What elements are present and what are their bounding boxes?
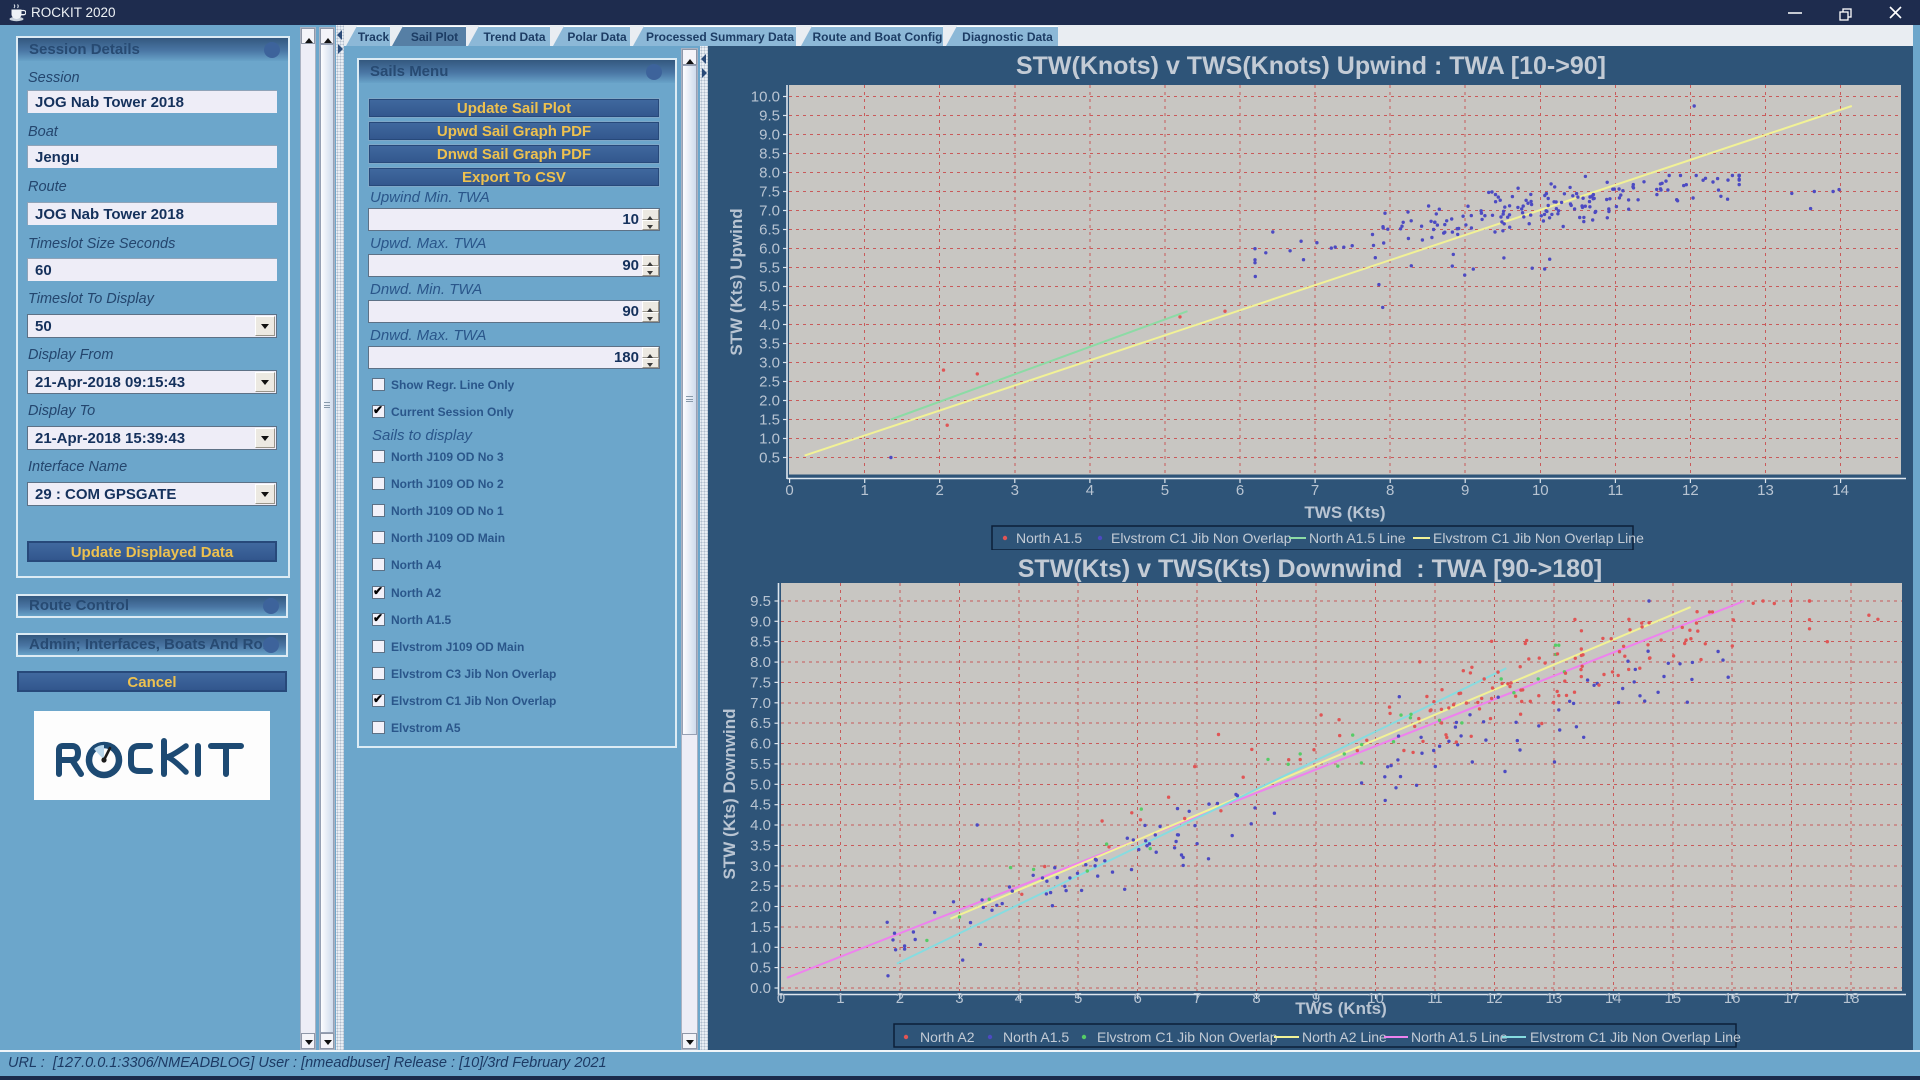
svg-text:0: 0 [777,990,785,1007]
svg-text:9: 9 [1461,482,1469,499]
svg-text:2.0: 2.0 [750,899,771,916]
svg-text:4.0: 4.0 [750,817,771,834]
svg-text:6.5: 6.5 [759,222,780,239]
svg-text:14: 14 [1832,482,1849,499]
svg-text:North A2 Line: North A2 Line [1302,1029,1387,1045]
svg-text:8.0: 8.0 [750,654,771,671]
svg-text:TWS (Knts): TWS (Knts) [1295,999,1387,1018]
svg-text:0.0: 0.0 [750,980,771,997]
svg-text:3.0: 3.0 [759,355,780,372]
svg-text:North A1.5 Line: North A1.5 Line [1411,1029,1508,1045]
svg-text:4.5: 4.5 [750,797,771,814]
svg-text:5.0: 5.0 [759,279,780,296]
svg-text:11: 11 [1608,482,1624,499]
svg-text:North A2: North A2 [920,1029,975,1045]
svg-text:Elvstrom C1 Jib Non Overlap Li: Elvstrom C1 Jib Non Overlap Line [1433,530,1644,546]
svg-text:1.0: 1.0 [750,939,771,956]
svg-text:3.0: 3.0 [750,858,771,875]
svg-text:2: 2 [896,990,904,1007]
svg-text:5.5: 5.5 [750,756,771,773]
svg-text:Elvstrom C1 Jib Non Overlap: Elvstrom C1 Jib Non Overlap [1111,530,1292,546]
svg-text:1.5: 1.5 [759,412,780,429]
svg-text:13: 13 [1546,990,1563,1007]
svg-text:Elvstrom C1 Jib Non Overlap: Elvstrom C1 Jib Non Overlap [1097,1029,1278,1045]
svg-text:4: 4 [1086,482,1094,499]
svg-text:4.5: 4.5 [759,298,780,315]
svg-text:5.5: 5.5 [759,260,780,277]
svg-text:North A1.5: North A1.5 [1016,530,1082,546]
svg-text:North A1.5 Line: North A1.5 Line [1309,530,1406,546]
svg-text:2.5: 2.5 [750,878,771,895]
svg-text:3: 3 [1011,482,1019,499]
svg-text:3: 3 [955,990,963,1007]
svg-text:9.0: 9.0 [759,127,780,144]
svg-text:TWS (Kts): TWS (Kts) [1304,503,1385,522]
svg-text:6: 6 [1134,990,1142,1007]
svg-text:2.0: 2.0 [759,393,780,410]
svg-text:5: 5 [1161,482,1169,499]
svg-text:18: 18 [1843,990,1860,1007]
svg-text:10: 10 [1532,482,1549,499]
svg-text:6: 6 [1236,482,1244,499]
svg-text:Elvstrom C1 Jib Non Overlap Li: Elvstrom C1 Jib Non Overlap Line [1530,1029,1741,1045]
svg-text:STW (Kts) Downwind: STW (Kts) Downwind [720,709,739,880]
svg-text:12: 12 [1486,990,1503,1007]
svg-text:0.5: 0.5 [750,960,771,977]
svg-text:6.5: 6.5 [750,715,771,732]
svg-text:6.0: 6.0 [759,241,780,258]
svg-text:8.0: 8.0 [759,165,780,182]
svg-text:1.5: 1.5 [750,919,771,936]
svg-text:6.0: 6.0 [750,736,771,753]
svg-text:4: 4 [1015,990,1023,1007]
svg-text:8: 8 [1252,990,1260,1007]
svg-text:2: 2 [936,482,944,499]
svg-text:STW (Kts) Upwind: STW (Kts) Upwind [727,208,746,355]
svg-text:8.5: 8.5 [750,634,771,651]
svg-text:10.0: 10.0 [751,89,780,106]
svg-text:7.0: 7.0 [750,695,771,712]
svg-text:9.5: 9.5 [759,108,780,125]
svg-text:1: 1 [861,482,869,499]
svg-text:1.0: 1.0 [759,431,780,448]
svg-text:8.5: 8.5 [759,146,780,163]
svg-text:14: 14 [1605,990,1622,1007]
svg-text:16: 16 [1724,990,1741,1007]
svg-text:5: 5 [1074,990,1082,1007]
svg-text:0.5: 0.5 [759,450,780,467]
svg-text:North A1.5: North A1.5 [1003,1029,1069,1045]
svg-text:7: 7 [1311,482,1319,499]
svg-text:STW(Knots) v TWS(Knots) Upwind: STW(Knots) v TWS(Knots) Upwind : TWA [10… [1016,52,1606,80]
svg-text:7.5: 7.5 [750,674,771,691]
svg-text:7: 7 [1193,990,1201,1007]
svg-text:15: 15 [1664,990,1681,1007]
svg-text:8: 8 [1386,482,1394,499]
svg-text:9.5: 9.5 [750,593,771,610]
svg-text:4.0: 4.0 [759,317,780,334]
svg-text:0: 0 [785,482,793,499]
svg-text:7.0: 7.0 [759,203,780,220]
svg-text:5.0: 5.0 [750,776,771,793]
svg-text:17: 17 [1783,990,1800,1007]
svg-text:3.5: 3.5 [759,336,780,353]
svg-text:11: 11 [1427,990,1443,1007]
svg-text:STW(Kts) v TWS(Kts) Downwind: STW(Kts) v TWS(Kts) Downwind : TWA [90->… [1018,555,1603,583]
svg-text:12: 12 [1682,482,1699,499]
svg-text:7.5: 7.5 [759,184,780,201]
svg-text:2.5: 2.5 [759,374,780,391]
svg-text:1: 1 [836,990,844,1007]
svg-text:3.5: 3.5 [750,837,771,854]
svg-text:13: 13 [1757,482,1774,499]
svg-text:9.0: 9.0 [750,613,771,630]
